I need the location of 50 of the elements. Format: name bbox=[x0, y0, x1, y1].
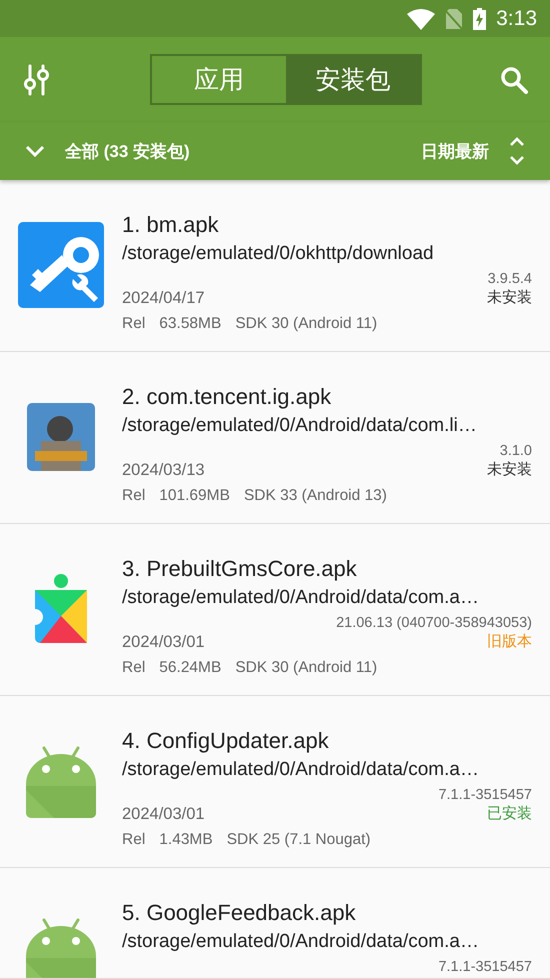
battery-charging-icon bbox=[473, 8, 486, 30]
file-path: /storage/emulated/0/Android/data/com.a… bbox=[122, 586, 480, 610]
date-label: 2024/03/01 bbox=[122, 632, 205, 652]
sdk-label: SDK 25 (7.1 Nougat) bbox=[226, 831, 371, 849]
sdk-label: SDK 30 (Android 11) bbox=[235, 659, 378, 677]
key-wrench-icon bbox=[18, 222, 104, 308]
sort-updown-icon[interactable] bbox=[509, 136, 525, 166]
sort-label[interactable]: 日期最新 bbox=[421, 140, 489, 162]
sdk-label: SDK 30 (Android 11) bbox=[235, 315, 378, 333]
version-label: 3.1.0 bbox=[498, 442, 532, 460]
build-type: Rel bbox=[122, 487, 146, 505]
version-label: 21.06.13 (040700-358943053) bbox=[335, 614, 532, 632]
file-size: 1.43MB bbox=[159, 831, 213, 849]
file-path: /storage/emulated/0/okhttp/download bbox=[122, 242, 435, 266]
package-title: 1. bm.apk bbox=[122, 211, 220, 239]
android-robot-icon bbox=[26, 916, 96, 978]
filter-sliders-icon[interactable] bbox=[24, 64, 50, 96]
file-path: /storage/emulated/0/Android/data/com.li… bbox=[122, 414, 478, 438]
install-status: 未安装 bbox=[487, 460, 532, 480]
install-status: 旧版本 bbox=[487, 632, 532, 652]
date-label: 2024/03/13 bbox=[122, 460, 205, 480]
file-size: 101.69MB bbox=[159, 487, 230, 505]
date-label: 2024/03/01 bbox=[122, 804, 205, 824]
game-art-block bbox=[27, 403, 95, 471]
package-title: 5. GoogleFeedback.apk bbox=[122, 899, 357, 927]
sdk-label: SDK 33 (Android 13) bbox=[244, 487, 387, 505]
package-title: 3. PrebuiltGmsCore.apk bbox=[122, 555, 358, 583]
chevron-down-icon[interactable] bbox=[25, 145, 45, 157]
clock-time: 3:13 bbox=[496, 6, 537, 30]
no-sim-icon bbox=[445, 8, 464, 30]
package-title: 4. ConfigUpdater.apk bbox=[122, 727, 330, 755]
build-type: Rel bbox=[122, 659, 146, 677]
android-robot-icon bbox=[26, 744, 96, 818]
wifi-icon bbox=[407, 8, 436, 30]
version-label: 3.9.5.4 bbox=[486, 270, 532, 288]
build-type: Rel bbox=[122, 831, 146, 849]
install-status: 已安装 bbox=[487, 804, 532, 824]
install-status: 未安装 bbox=[487, 288, 532, 308]
search-icon[interactable] bbox=[500, 66, 528, 94]
package-title: 2. com.tencent.ig.apk bbox=[122, 383, 332, 411]
version-label: 7.1.1-3515457 bbox=[437, 958, 532, 976]
filter-label[interactable]: 全部 (33 安装包) bbox=[65, 140, 190, 162]
build-type: Rel bbox=[122, 315, 146, 333]
date-label: 2024/04/17 bbox=[122, 288, 205, 308]
file-size: 56.24MB bbox=[159, 659, 222, 677]
file-path: /storage/emulated/0/Android/data/com.a… bbox=[122, 930, 480, 954]
file-path: /storage/emulated/0/Android/data/com.a… bbox=[122, 758, 480, 782]
version-label: 7.1.1-3515457 bbox=[437, 786, 532, 804]
tab[interactable]: 安装包 bbox=[286, 56, 420, 103]
file-size: 63.58MB bbox=[159, 315, 222, 333]
